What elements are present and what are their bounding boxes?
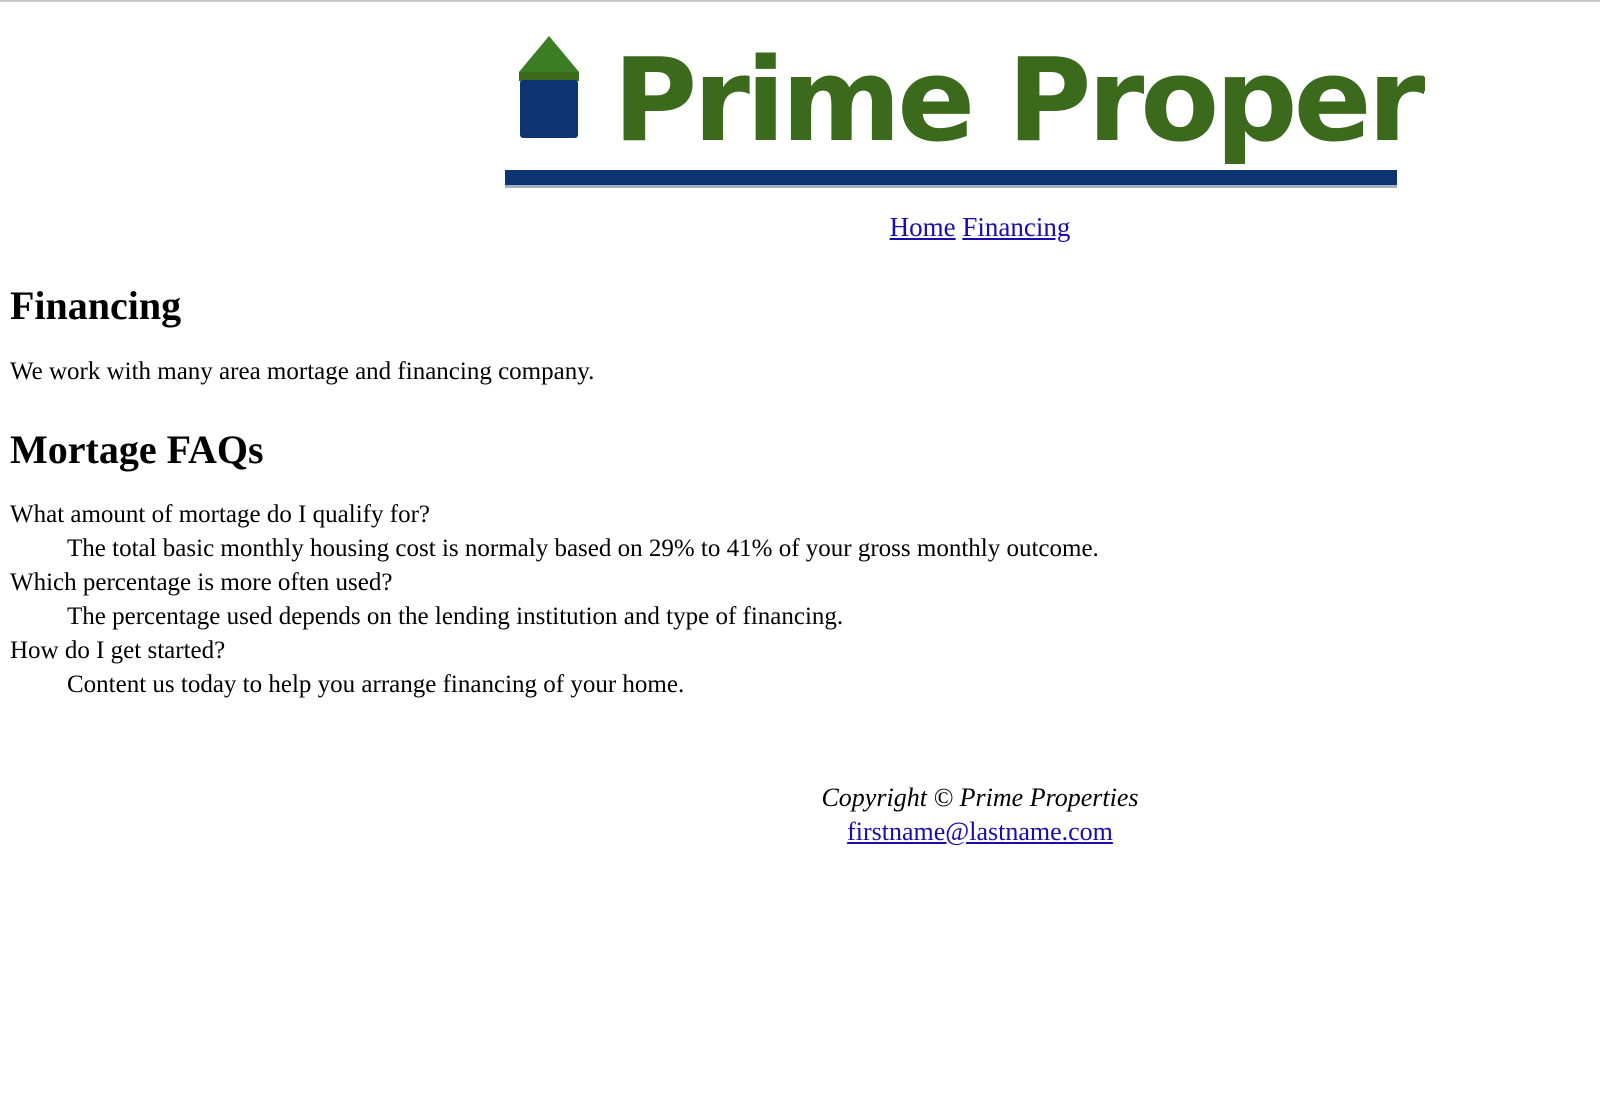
main-nav: Home Financing	[0, 211, 1600, 243]
faq-answer: The percentage used depends on the lendi…	[67, 603, 844, 630]
faq-question: How do I get started?	[10, 637, 226, 664]
faq-list: What amount of mortage do I qualify for?…	[10, 498, 1510, 702]
page-title: Financing	[10, 283, 182, 328]
nav-link-home[interactable]: Home	[890, 212, 956, 242]
faq-answer: The total basic monthly housing cost is …	[67, 535, 1099, 562]
faq-answer: Content us today to help you arrange fin…	[67, 671, 685, 698]
site-logo: Prime Properties	[505, 30, 1425, 198]
copyright-text: Copyright © Prime Properties	[821, 783, 1139, 812]
faq-question: Which percentage is more often used?	[10, 569, 393, 596]
window-top-border	[0, 0, 1600, 2]
contact-email-link[interactable]: firstname@lastname.com	[847, 817, 1113, 846]
page-footer: Copyright © Prime Properties firstname@l…	[0, 781, 1600, 849]
logo-wordmark: Prime Properties	[613, 34, 1425, 168]
logo-underline-bar	[505, 170, 1397, 185]
logo-graphic: Prime Properties	[505, 34, 1425, 188]
house-icon	[519, 36, 579, 138]
faq-heading: Mortage FAQs	[10, 427, 264, 472]
main-content: Financing We work with many area mortage…	[10, 282, 1510, 702]
intro-paragraph: We work with many area mortage and finan…	[10, 358, 595, 385]
nav-link-financing[interactable]: Financing	[962, 212, 1070, 242]
faq-question: What amount of mortage do I qualify for?	[10, 501, 430, 528]
